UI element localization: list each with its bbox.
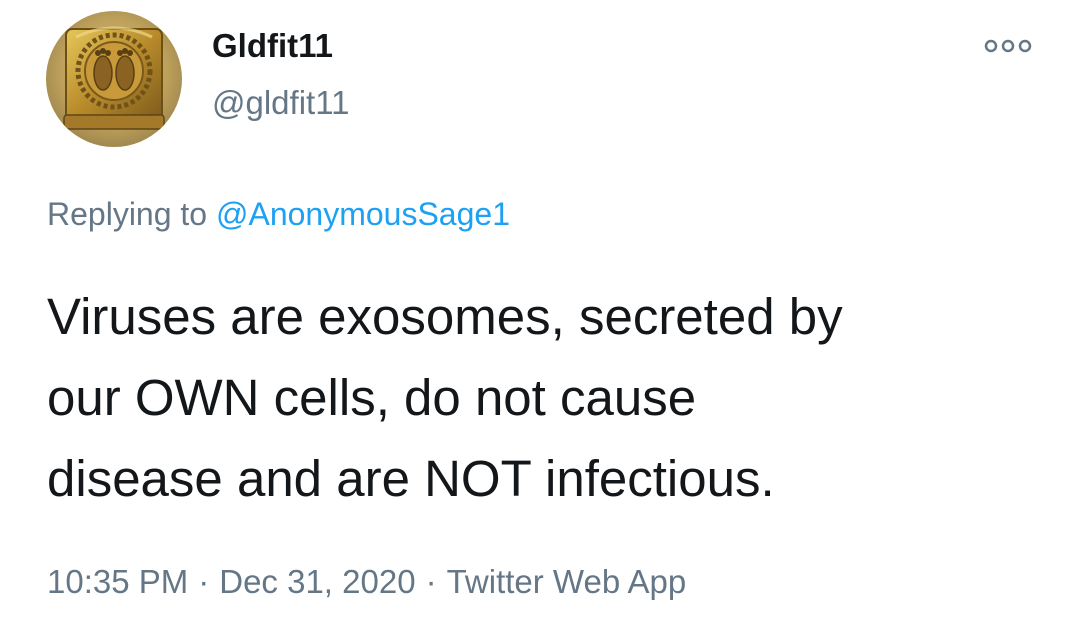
reply-context: Replying to @AnonymousSage1: [47, 196, 510, 233]
reply-mention-link[interactable]: @AnonymousSage1: [216, 196, 510, 232]
more-dots-icon: [984, 39, 1032, 53]
avatar[interactable]: [46, 11, 182, 147]
reply-prefix: Replying to: [47, 196, 216, 232]
golden-footprints-plaque-avatar-icon: [46, 11, 182, 147]
meta-separator: ·: [425, 563, 437, 600]
tweet-time[interactable]: 10:35 PM: [47, 563, 188, 600]
tweet-date[interactable]: Dec 31, 2020: [219, 563, 415, 600]
tweet-text: Viruses are exosomes, secreted by our OW…: [47, 288, 843, 507]
tweet-meta: 10:35 PM · Dec 31, 2020 · Twitter Web App: [47, 563, 686, 601]
tweet-source[interactable]: Twitter Web App: [447, 563, 687, 600]
meta-separator: ·: [198, 563, 210, 600]
more-options-button[interactable]: [983, 32, 1033, 60]
tweet-card: Gldfit11 @gldfit11 Replying to @Anonymou…: [0, 0, 1080, 633]
display-name[interactable]: Gldfit11: [212, 27, 333, 65]
user-handle[interactable]: @gldfit11: [212, 84, 349, 122]
